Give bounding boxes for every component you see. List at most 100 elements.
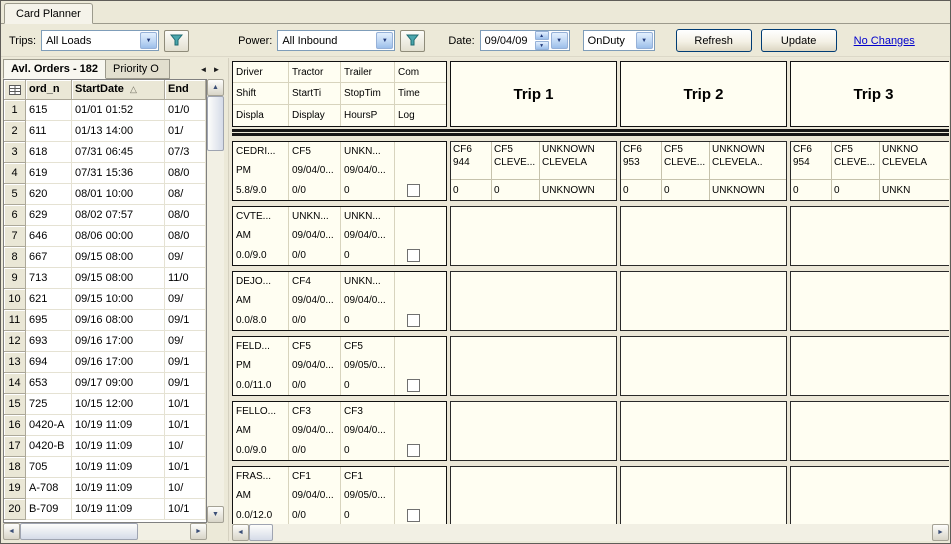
trip-2-cell[interactable] xyxy=(620,466,787,524)
driver-log-checkbox[interactable] xyxy=(407,509,420,522)
order-row-number[interactable]: 3 xyxy=(4,142,26,163)
order-row[interactable]: 12 693 09/16 17:00 09/ xyxy=(4,331,206,352)
trip-1-cell[interactable] xyxy=(450,401,617,461)
duty-dropdown-button[interactable]: ▼ xyxy=(636,32,653,49)
order-row[interactable]: 4 619 07/31 15:36 08/0 xyxy=(4,163,206,184)
tab-scroll-left-button[interactable]: ◄ xyxy=(197,62,210,76)
order-row-number[interactable]: 10 xyxy=(4,289,26,310)
driver-log-checkbox[interactable] xyxy=(407,249,420,262)
duty-combobox[interactable]: OnDuty ▼ xyxy=(583,30,655,51)
scrollbar-thumb[interactable] xyxy=(249,524,273,541)
driver-log-checkbox[interactable] xyxy=(407,379,420,392)
order-row[interactable]: 13 694 09/16 17:00 09/1 xyxy=(4,352,206,373)
column-header-end[interactable]: End xyxy=(165,80,206,100)
scroll-left-button[interactable]: ◄ xyxy=(232,524,249,541)
column-picker-header[interactable] xyxy=(4,80,26,100)
orders-horizontal-scrollbar[interactable]: ◄ ► xyxy=(3,523,207,540)
trips-combobox[interactable]: All Loads ▼ xyxy=(41,30,159,51)
scroll-right-button[interactable]: ► xyxy=(932,524,949,541)
order-row[interactable]: 6 629 08/02 07:57 08/0 xyxy=(4,205,206,226)
trip-3-cell[interactable] xyxy=(790,466,949,524)
tab-scroll-right-button[interactable]: ► xyxy=(210,62,223,76)
trip-2-cell[interactable] xyxy=(620,206,787,266)
driver-card[interactable]: FRAS... AM 0.0/12.0 CF1 09/04/0... 0/0 C… xyxy=(232,466,447,524)
order-row[interactable]: 18 705 10/19 11:09 10/1 xyxy=(4,457,206,478)
column-header-ord-n[interactable]: ord_n xyxy=(26,80,72,100)
trip-2-cell[interactable] xyxy=(620,401,787,461)
order-row[interactable]: 14 653 09/17 09:00 09/1 xyxy=(4,373,206,394)
order-row-number[interactable]: 4 xyxy=(4,163,26,184)
order-row[interactable]: 1 615 01/01 01:52 01/0 xyxy=(4,100,206,121)
scroll-down-button[interactable]: ▼ xyxy=(207,506,224,523)
order-row[interactable]: 8 667 09/15 08:00 09/ xyxy=(4,247,206,268)
trip-1-cell[interactable] xyxy=(450,336,617,396)
column-header-startdate[interactable]: StartDate △ xyxy=(72,80,165,100)
driver-log-checkbox[interactable] xyxy=(407,184,420,197)
order-row-number[interactable]: 14 xyxy=(4,373,26,394)
trip-2-cell[interactable]: CF6 953 CF5 CLEVE... UNKNOWN CLEVELA.. xyxy=(620,141,787,201)
scrollbar-track[interactable] xyxy=(20,523,190,540)
scroll-right-button[interactable]: ► xyxy=(190,523,207,540)
trip-3-cell[interactable]: CF6 954 CF5 CLEVE... UNKNO CLEVELA xyxy=(790,141,949,201)
order-row[interactable]: 17 0420-B 10/19 11:09 10/ xyxy=(4,436,206,457)
order-row-number[interactable]: 18 xyxy=(4,457,26,478)
order-row-number[interactable]: 17 xyxy=(4,436,26,457)
trip-1-cell[interactable] xyxy=(450,271,617,331)
scrollbar-track[interactable] xyxy=(249,524,932,541)
order-row-number[interactable]: 5 xyxy=(4,184,26,205)
order-row[interactable]: 2 611 01/13 14:00 01/ xyxy=(4,121,206,142)
driver-card[interactable]: FELLO... AM 0.0/9.0 CF3 09/04/0... 0/0 C… xyxy=(232,401,447,461)
date-field[interactable]: 09/04/09 ▲ ▼ ▼ xyxy=(480,30,570,51)
power-dropdown-button[interactable]: ▼ xyxy=(376,32,393,49)
order-row-number[interactable]: 1 xyxy=(4,100,26,121)
order-row-number[interactable]: 8 xyxy=(4,247,26,268)
trip-3-cell[interactable] xyxy=(790,401,949,461)
refresh-button[interactable]: Refresh xyxy=(676,29,752,52)
scrollbar-track[interactable] xyxy=(207,96,224,506)
date-spin-up-button[interactable]: ▲ xyxy=(535,31,549,40)
power-combobox[interactable]: All Inbound ▼ xyxy=(277,30,395,51)
scroll-up-button[interactable]: ▲ xyxy=(207,79,224,96)
trip-3-cell[interactable] xyxy=(790,271,949,331)
order-row-number[interactable]: 11 xyxy=(4,310,26,331)
order-row[interactable]: 5 620 08/01 10:00 08/ xyxy=(4,184,206,205)
trip-1-cell[interactable] xyxy=(450,466,617,524)
order-row[interactable]: 15 725 10/15 12:00 10/1 xyxy=(4,394,206,415)
order-row[interactable]: 20 B-709 10/19 11:09 10/1 xyxy=(4,499,206,520)
trip-1-cell[interactable] xyxy=(450,206,617,266)
order-row[interactable]: 3 618 07/31 06:45 07/3 xyxy=(4,142,206,163)
order-row[interactable]: 19 A-708 10/19 11:09 10/ xyxy=(4,478,206,499)
trip-2-cell[interactable] xyxy=(620,271,787,331)
trip-1-cell[interactable]: CF6 944 CF5 CLEVE... UNKNOWN CLEVELA xyxy=(450,141,617,201)
driver-card[interactable]: CVTE... AM 0.0/9.0 UNKN... 09/04/0... 0/… xyxy=(232,206,447,266)
order-row[interactable]: 11 695 09/16 08:00 09/1 xyxy=(4,310,206,331)
scrollbar-thumb[interactable] xyxy=(20,523,138,540)
power-filter-button[interactable] xyxy=(400,30,425,52)
driver-log-checkbox[interactable] xyxy=(407,314,420,327)
order-row-number[interactable]: 19 xyxy=(4,478,26,499)
date-dropdown-button[interactable]: ▼ xyxy=(551,32,568,49)
driver-card[interactable]: FELD... PM 0.0/11.0 CF5 09/04/0... 0/0 C… xyxy=(232,336,447,396)
trips-dropdown-button[interactable]: ▼ xyxy=(140,32,157,49)
trip-3-cell[interactable] xyxy=(790,206,949,266)
planner-horizontal-scrollbar[interactable]: ◄ ► xyxy=(232,524,949,541)
order-row-number[interactable]: 2 xyxy=(4,121,26,142)
order-row-number[interactable]: 15 xyxy=(4,394,26,415)
order-row[interactable]: 16 0420-A 10/19 11:09 10/1 xyxy=(4,415,206,436)
trip-3-cell[interactable] xyxy=(790,336,949,396)
scrollbar-thumb[interactable] xyxy=(207,96,224,151)
trips-filter-button[interactable] xyxy=(164,30,189,52)
order-row[interactable]: 9 713 09/15 08:00 11/0 xyxy=(4,268,206,289)
no-changes-link[interactable]: No Changes xyxy=(854,35,915,47)
tab-priority-orders[interactable]: Priority O xyxy=(106,59,170,79)
order-row-number[interactable]: 13 xyxy=(4,352,26,373)
driver-log-checkbox[interactable] xyxy=(407,444,420,457)
order-row-number[interactable]: 12 xyxy=(4,331,26,352)
order-row-number[interactable]: 20 xyxy=(4,499,26,520)
order-row[interactable]: 7 646 08/06 00:00 08/0 xyxy=(4,226,206,247)
driver-card[interactable]: DEJO... AM 0.0/8.0 CF4 09/04/0... 0/0 UN… xyxy=(232,271,447,331)
order-row-number[interactable]: 16 xyxy=(4,415,26,436)
order-row[interactable]: 10 621 09/15 10:00 09/ xyxy=(4,289,206,310)
order-row-number[interactable]: 7 xyxy=(4,226,26,247)
scroll-left-button[interactable]: ◄ xyxy=(3,523,20,540)
